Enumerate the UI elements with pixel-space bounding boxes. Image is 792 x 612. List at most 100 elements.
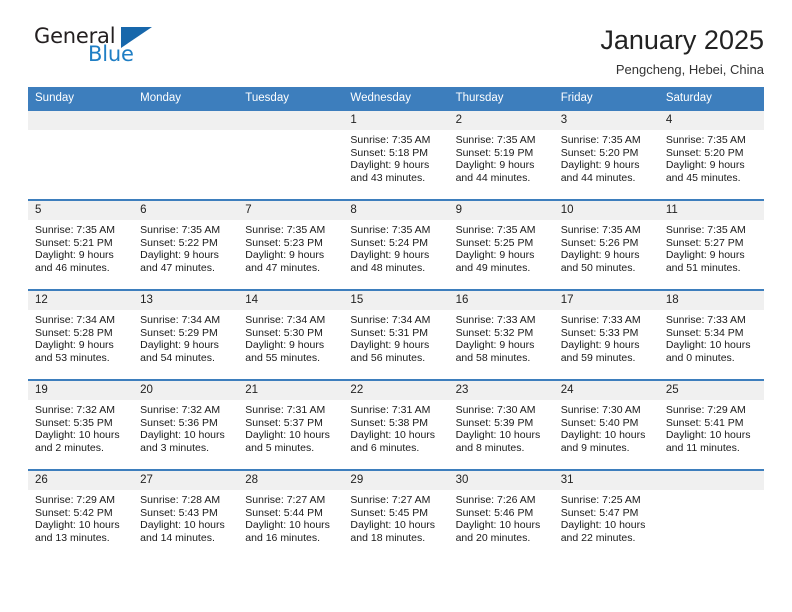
calendar-day-cell[interactable]: 31 Sunrise: 7:25 AM Sunset: 5:47 PM Dayligh… xyxy=(553,469,659,560)
sunrise-text: Sunrise: 7:35 AM xyxy=(245,224,326,236)
calendar-day-cell[interactable]: 28 Sunrise: 7:27 AM Sunset: 5:44 PM Dayligh… xyxy=(238,469,344,560)
calendar-day-cell[interactable]: 14 Sunrise: 7:34 AM Sunset: 5:30 PM Dayligh… xyxy=(238,289,344,380)
daylight-text: Daylight: 9 hours and 44 minutes. xyxy=(560,159,640,184)
calendar-day-cell[interactable]: 30 Sunrise: 7:26 AM Sunset: 5:46 PM Dayligh… xyxy=(448,469,554,560)
calendar-day-cell[interactable]: 4 Sunrise: 7:35 AM Sunset: 5:20 PM Daylight… xyxy=(658,109,764,200)
calendar-day-cell[interactable]: 3 Sunrise: 7:35 AM Sunset: 5:20 PM Daylight… xyxy=(553,109,659,200)
sunrise-text: Sunrise: 7:27 AM xyxy=(350,494,431,506)
calendar-day-cell[interactable]: 26 Sunrise: 7:29 AM Sunset: 5:42 PM Dayligh… xyxy=(28,469,134,560)
sunset-text: Sunset: 5:23 PM xyxy=(245,236,323,249)
calendar-day-cell-empty xyxy=(133,109,239,200)
calendar-day-cell[interactable]: 15 Sunrise: 7:34 AM Sunset: 5:31 PM Dayligh… xyxy=(343,289,449,380)
calendar-day-cell[interactable]: 17 Sunrise: 7:33 AM Sunset: 5:33 PM Dayligh… xyxy=(553,289,659,380)
calendar-day-cell[interactable]: 29 Sunrise: 7:27 AM Sunset: 5:45 PM Dayligh… xyxy=(343,469,449,560)
day-number: 9 xyxy=(448,201,554,220)
day-number: 17 xyxy=(553,291,659,310)
page-title: January 2025 xyxy=(600,25,764,55)
calendar-day-cell[interactable]: 25 Sunrise: 7:29 AM Sunset: 5:41 PM Dayligh… xyxy=(658,379,764,470)
sunset-text: Sunset: 5:29 PM xyxy=(140,326,218,339)
calendar-day-cell[interactable]: 20 Sunrise: 7:32 AM Sunset: 5:36 PM Dayligh… xyxy=(133,379,239,470)
daylight-text: Daylight: 10 hours and 2 minutes. xyxy=(35,429,120,454)
sunset-text: Sunset: 5:43 PM xyxy=(140,506,218,519)
calendar-day-cell-empty xyxy=(28,109,134,200)
sunset-text: Sunset: 5:20 PM xyxy=(560,146,639,159)
sunset-text: Sunset: 5:20 PM xyxy=(665,146,744,159)
sunset-text: Sunset: 5:40 PM xyxy=(560,416,639,429)
sunset-text: Sunset: 5:39 PM xyxy=(455,416,534,429)
sunrise-text: Sunrise: 7:35 AM xyxy=(665,224,746,236)
sunset-text: Sunset: 5:37 PM xyxy=(245,416,323,429)
daylight-text: Daylight: 9 hours and 54 minutes. xyxy=(140,339,219,364)
calendar-day-cell[interactable]: 23 Sunrise: 7:30 AM Sunset: 5:39 PM Dayligh… xyxy=(448,379,554,470)
day-details: Sunrise: 7:29 AM Sunset: 5:41 PM Daylight:… xyxy=(659,400,764,454)
day-number: 6 xyxy=(133,201,239,220)
day-number: 2 xyxy=(448,111,554,130)
calendar-day-cell[interactable]: 9 Sunrise: 7:35 AM Sunset: 5:25 PM Daylight… xyxy=(448,199,554,290)
calendar-day-cell[interactable]: 5 Sunrise: 7:35 AM Sunset: 5:21 PM Daylight… xyxy=(28,199,134,290)
calendar-day-cell[interactable]: 22 Sunrise: 7:31 AM Sunset: 5:38 PM Dayligh… xyxy=(343,379,449,470)
daylight-text: Daylight: 10 hours and 8 minutes. xyxy=(455,429,541,454)
sunset-text: Sunset: 5:46 PM xyxy=(455,506,534,519)
weekday-header-monday: Monday xyxy=(133,87,239,110)
sunrise-text: Sunrise: 7:31 AM xyxy=(245,404,326,416)
sunrise-text: Sunrise: 7:34 AM xyxy=(245,314,326,326)
calendar-day-cell[interactable]: 24 Sunrise: 7:30 AM Sunset: 5:40 PM Dayligh… xyxy=(553,379,659,470)
calendar-page: General Blue January 2025 Pengcheng, Heb… xyxy=(0,0,792,612)
day-number: 24 xyxy=(553,381,659,400)
day-details: Sunrise: 7:35 AM Sunset: 5:20 PM Daylight:… xyxy=(659,130,764,184)
day-number: 21 xyxy=(238,381,344,400)
day-details: Sunrise: 7:35 AM Sunset: 5:24 PM Daylight:… xyxy=(343,220,448,274)
sunset-text: Sunset: 5:41 PM xyxy=(665,416,744,429)
calendar-day-cell[interactable]: 16 Sunrise: 7:33 AM Sunset: 5:32 PM Dayligh… xyxy=(448,289,554,380)
sunrise-text: Sunrise: 7:29 AM xyxy=(665,404,746,416)
calendar-day-cell[interactable]: 8 Sunrise: 7:35 AM Sunset: 5:24 PM Daylight… xyxy=(343,199,449,290)
sunrise-text: Sunrise: 7:25 AM xyxy=(560,494,641,506)
calendar-week-row: 1 Sunrise: 7:35 AM Sunset: 5:18 PM Daylight… xyxy=(28,109,764,200)
day-details: Sunrise: 7:32 AM Sunset: 5:35 PM Daylight:… xyxy=(28,400,133,454)
day-details: Sunrise: 7:33 AM Sunset: 5:32 PM Daylight:… xyxy=(449,310,554,364)
calendar-day-cell[interactable]: 6 Sunrise: 7:35 AM Sunset: 5:22 PM Daylight… xyxy=(133,199,239,290)
calendar-day-cell[interactable]: 21 Sunrise: 7:31 AM Sunset: 5:37 PM Dayligh… xyxy=(238,379,344,470)
sunset-text: Sunset: 5:21 PM xyxy=(35,236,113,249)
calendar-day-cell[interactable]: 27 Sunrise: 7:28 AM Sunset: 5:43 PM Dayligh… xyxy=(133,469,239,560)
weekday-header-tuesday: Tuesday xyxy=(238,87,344,110)
calendar-day-cell[interactable]: 1 Sunrise: 7:35 AM Sunset: 5:18 PM Daylight… xyxy=(343,109,449,200)
calendar-day-cell[interactable]: 2 Sunrise: 7:35 AM Sunset: 5:19 PM Daylight… xyxy=(448,109,554,200)
calendar-day-cell[interactable]: 7 Sunrise: 7:35 AM Sunset: 5:23 PM Daylight… xyxy=(238,199,344,290)
day-number: 25 xyxy=(658,381,764,400)
calendar-day-cell[interactable]: 11 Sunrise: 7:35 AM Sunset: 5:27 PM Dayligh… xyxy=(658,199,764,290)
sunrise-text: Sunrise: 7:35 AM xyxy=(455,224,536,236)
sunset-text: Sunset: 5:19 PM xyxy=(455,146,534,159)
sunset-text: Sunset: 5:31 PM xyxy=(350,326,429,339)
sunrise-text: Sunrise: 7:33 AM xyxy=(665,314,746,326)
day-number: 18 xyxy=(658,291,764,310)
daylight-text: Daylight: 10 hours and 6 minutes. xyxy=(350,429,436,454)
day-details: Sunrise: 7:33 AM Sunset: 5:34 PM Daylight:… xyxy=(659,310,764,364)
calendar-day-cell[interactable]: 19 Sunrise: 7:32 AM Sunset: 5:35 PM Dayligh… xyxy=(28,379,134,470)
sunrise-text: Sunrise: 7:26 AM xyxy=(455,494,536,506)
day-details: Sunrise: 7:35 AM Sunset: 5:18 PM Daylight:… xyxy=(343,130,448,184)
calendar-day-cell[interactable]: 12 Sunrise: 7:34 AM Sunset: 5:28 PM Dayligh… xyxy=(28,289,134,380)
daylight-text: Daylight: 9 hours and 53 minutes. xyxy=(35,339,114,364)
day-number: 5 xyxy=(28,201,134,220)
day-details: Sunrise: 7:28 AM Sunset: 5:43 PM Daylight:… xyxy=(133,490,238,544)
calendar-day-cell[interactable]: 10 Sunrise: 7:35 AM Sunset: 5:26 PM Dayligh… xyxy=(553,199,659,290)
daylight-text: Daylight: 10 hours and 18 minutes. xyxy=(350,519,436,544)
sunrise-text: Sunrise: 7:33 AM xyxy=(455,314,536,326)
calendar-day-cell[interactable]: 18 Sunrise: 7:33 AM Sunset: 5:34 PM Dayligh… xyxy=(658,289,764,380)
day-number: 8 xyxy=(343,201,449,220)
sunset-text: Sunset: 5:30 PM xyxy=(245,326,323,339)
calendar-header-row: Sunday Monday Tuesday Wednesday Thursday… xyxy=(28,87,764,110)
day-number: 11 xyxy=(658,201,764,220)
calendar-day-cell[interactable]: 13 Sunrise: 7:34 AM Sunset: 5:29 PM Dayligh… xyxy=(133,289,239,380)
sunrise-text: Sunrise: 7:35 AM xyxy=(350,224,431,236)
day-details: Sunrise: 7:31 AM Sunset: 5:38 PM Daylight:… xyxy=(343,400,448,454)
day-details: Sunrise: 7:34 AM Sunset: 5:30 PM Daylight:… xyxy=(238,310,343,364)
sunrise-text: Sunrise: 7:29 AM xyxy=(35,494,115,506)
day-details: Sunrise: 7:27 AM Sunset: 5:44 PM Daylight:… xyxy=(238,490,343,544)
sunset-text: Sunset: 5:45 PM xyxy=(350,506,429,519)
day-number xyxy=(28,111,134,130)
general-blue-logo[interactable]: General Blue xyxy=(28,24,158,70)
weekday-header-friday: Friday xyxy=(553,87,659,110)
day-details: Sunrise: 7:35 AM Sunset: 5:26 PM Daylight:… xyxy=(554,220,659,274)
